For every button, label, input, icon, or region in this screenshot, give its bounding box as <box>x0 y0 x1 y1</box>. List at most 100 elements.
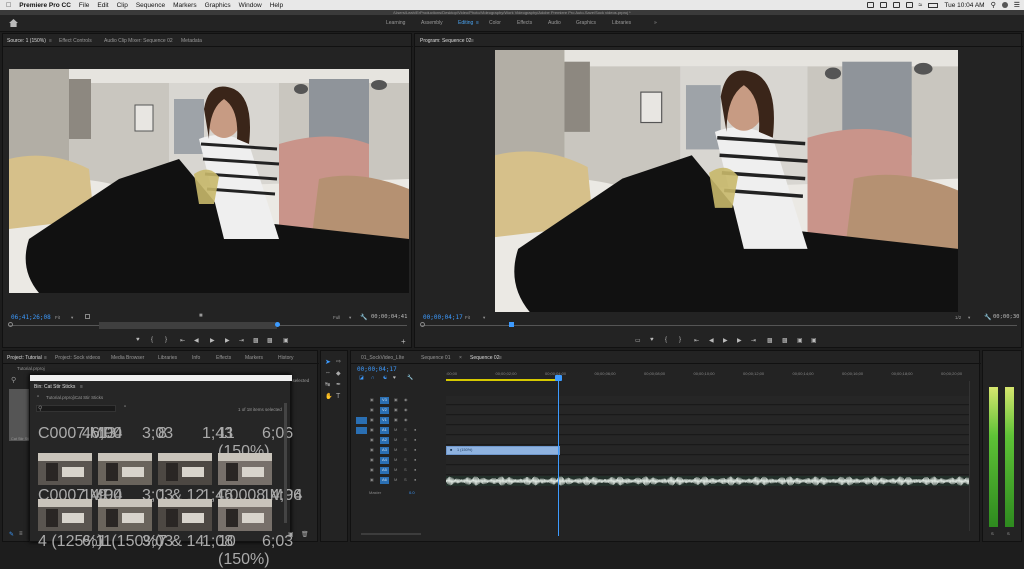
tab-libraries[interactable]: Libraries <box>158 355 177 361</box>
sync-lock-icon[interactable]: ▣ <box>394 397 398 402</box>
tab-source[interactable]: Source: 1 (150%) <box>7 38 46 44</box>
apple-icon[interactable]:  <box>6 2 11 9</box>
eye-icon[interactable]: ◉ <box>404 417 408 422</box>
source-patch[interactable] <box>356 457 367 464</box>
menu-sequence[interactable]: Sequence <box>136 2 165 9</box>
tab-menu-icon[interactable]: ≡ <box>499 355 502 361</box>
bin-clip-thumbnail[interactable] <box>38 453 92 485</box>
solo-toggle[interactable]: S <box>404 447 407 452</box>
workspace-effects[interactable]: Effects <box>517 20 532 26</box>
tab-effects[interactable]: Effects <box>216 355 231 361</box>
search-icon[interactable]: ⚲ <box>11 376 16 384</box>
wifi-icon[interactable]: ≈ <box>919 2 923 9</box>
source-patch[interactable] <box>356 427 367 434</box>
chevron-down-icon[interactable]: ▾ <box>71 315 73 321</box>
workspace-learning[interactable]: Learning <box>386 20 405 26</box>
mute-toggle[interactable]: M <box>394 457 397 462</box>
search-icon[interactable]: ⚲ <box>991 1 996 9</box>
chevron-down-icon[interactable]: ▾ <box>483 315 485 321</box>
source-in-out-range[interactable] <box>99 322 277 329</box>
timeline-track[interactable] <box>446 426 969 435</box>
workspace-audio[interactable]: Audio <box>548 20 561 26</box>
bin-clip-thumbnail[interactable] <box>98 453 152 485</box>
mark-in-icon[interactable]: { <box>665 337 667 343</box>
razor-tool-icon[interactable]: ◆ <box>336 370 341 377</box>
compare-icon[interactable]: ▣ <box>797 337 803 344</box>
source-patch[interactable] <box>356 447 367 454</box>
solo-toggle[interactable]: S <box>404 437 407 442</box>
tab-program[interactable]: Program: Sequence 02 <box>420 38 471 44</box>
menu-window[interactable]: Window <box>239 2 262 9</box>
source-quality-select[interactable]: Full <box>333 315 340 320</box>
lift-icon[interactable]: ▩ <box>767 337 773 344</box>
source-patch[interactable] <box>356 417 367 424</box>
tab-sequence-02[interactable]: Sequence 02 <box>470 355 499 361</box>
timeline-track[interactable] <box>446 456 969 465</box>
tab-metadata[interactable]: Metadata <box>181 38 202 44</box>
timeline-track[interactable] <box>446 396 969 405</box>
lock-icon[interactable]: ▣ <box>370 457 374 462</box>
bin-clip-thumbnail[interactable] <box>158 499 212 531</box>
timeline-horizontal-scrollbar[interactable] <box>361 533 421 535</box>
insert-icon[interactable]: ▩ <box>253 337 259 344</box>
pencil-icon[interactable]: ✎ <box>9 531 14 538</box>
bin-search-input[interactable] <box>36 405 116 412</box>
timeline-timecode[interactable]: 00;00;04;17 <box>357 366 397 373</box>
tab-project-tutorial[interactable]: Project: Tutorial <box>7 355 42 361</box>
wrench-icon[interactable]: 🔧 <box>407 375 413 381</box>
lock-icon[interactable]: ▣ <box>370 417 374 422</box>
nest-toggle-icon[interactable]: ◪ <box>359 375 364 381</box>
lock-icon[interactable]: ▣ <box>370 467 374 472</box>
tab-sequence-sockvideo[interactable]: 01_SockVideo_LIte <box>361 355 404 361</box>
tab-menu-icon[interactable]: ≡ <box>80 384 83 390</box>
timeline-track[interactable] <box>446 416 969 425</box>
meter-solo-right[interactable]: S <box>1007 531 1010 536</box>
bin-scrollbar[interactable] <box>284 403 287 523</box>
mark-out-icon[interactable]: } <box>165 337 167 343</box>
solo-toggle[interactable]: S <box>404 477 407 482</box>
export-frame-icon[interactable]: ▣ <box>283 337 289 344</box>
program-zoom-select[interactable]: Fit <box>465 315 470 320</box>
bin-clip-thumbnail[interactable] <box>218 453 272 485</box>
tab-media-browser[interactable]: Media Browser <box>111 355 144 361</box>
new-bin-icon[interactable]: ▫ <box>124 404 126 410</box>
workspace-menu-icon[interactable]: ≡ <box>476 20 479 26</box>
menu-graphics[interactable]: Graphics <box>205 2 231 9</box>
source-patch[interactable] <box>356 437 367 444</box>
lock-icon[interactable]: ▣ <box>370 447 374 452</box>
go-to-in-icon[interactable]: ⇤ <box>694 337 699 344</box>
tab-menu-icon[interactable]: ≡ <box>49 38 52 44</box>
program-scroll-handle-left[interactable] <box>420 322 425 327</box>
menu-help[interactable]: Help <box>270 2 283 9</box>
meter-solo-left[interactable]: S <box>991 531 994 536</box>
program-video-frame[interactable] <box>495 50 958 312</box>
lock-icon[interactable]: ▣ <box>370 397 374 402</box>
extract-icon[interactable]: ▩ <box>782 337 788 344</box>
add-button-icon[interactable]: + <box>401 337 406 346</box>
menu-markers[interactable]: Markers <box>173 2 196 9</box>
wrench-icon[interactable]: 🔧 <box>984 314 991 321</box>
source-patch[interactable] <box>356 477 367 484</box>
workspace-libraries[interactable]: Libraries <box>612 20 631 26</box>
trash-icon[interactable]: 🗑 <box>301 531 309 538</box>
safe-margins-icon[interactable]: ▭ <box>635 337 641 344</box>
slip-tool-icon[interactable]: ↹ <box>325 381 330 388</box>
selection-tool-icon[interactable]: ➤ <box>325 358 331 366</box>
tab-menu-icon[interactable]: ≡ <box>44 355 47 361</box>
menu-clip[interactable]: Clip <box>117 2 128 9</box>
menu-file[interactable]: File <box>79 2 89 9</box>
bin-clip-thumbnail[interactable] <box>158 453 212 485</box>
home-icon[interactable] <box>9 19 18 27</box>
tray-icon[interactable] <box>892 2 900 8</box>
wrench-icon[interactable]: 🔧 <box>360 314 367 321</box>
tab-markers[interactable]: Markers <box>245 355 263 361</box>
hand-tool-icon[interactable]: ✋ <box>325 393 332 400</box>
tab-info[interactable]: Info <box>192 355 200 361</box>
go-to-out-icon[interactable]: ⇥ <box>239 337 244 344</box>
lock-icon[interactable]: ▣ <box>370 477 374 482</box>
track-select-icon[interactable]: ⇨ <box>336 358 341 365</box>
mark-out-icon[interactable]: } <box>679 337 681 343</box>
source-patch[interactable] <box>356 397 367 404</box>
menu-app-name[interactable]: Premiere Pro CC <box>19 2 71 9</box>
timeline-track[interactable] <box>446 436 969 445</box>
